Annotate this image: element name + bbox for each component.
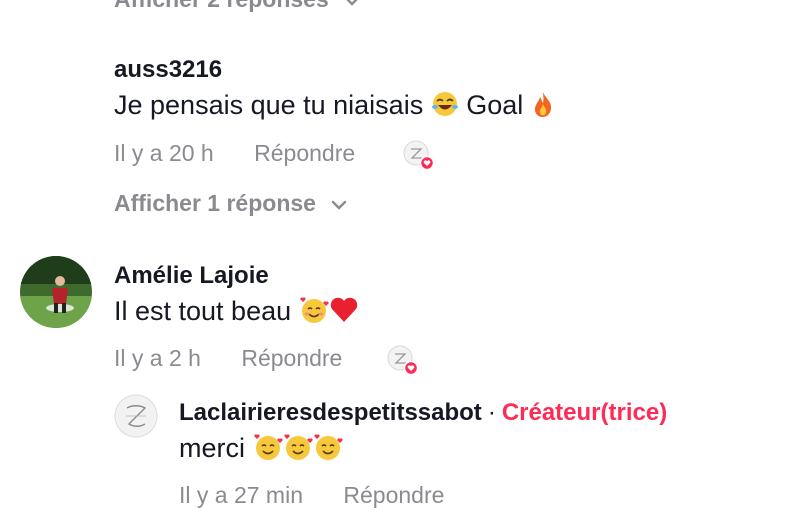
comment-meta: Il y a 2 h Répondre bbox=[114, 345, 342, 372]
show-replies-label: Afficher 1 réponse bbox=[114, 190, 316, 216]
comment-text-main: Il est tout beau bbox=[114, 296, 292, 326]
comment-text: Il est tout beau bbox=[114, 296, 359, 327]
comment-author[interactable]: auss3216 bbox=[114, 56, 222, 84]
creator-avatar[interactable] bbox=[114, 394, 158, 438]
reply-button[interactable]: Répondre bbox=[343, 482, 444, 508]
comment-text-suffix: Goal bbox=[466, 90, 524, 120]
reply-text: merci bbox=[179, 433, 343, 464]
comment-text-main: Je pensais que tu niaisais bbox=[114, 90, 424, 120]
avatar-photo bbox=[20, 256, 92, 328]
show-replies-toggle-top[interactable]: Afficher 2 réponses bbox=[114, 0, 361, 13]
reply-meta: Il y a 27 min Répondre bbox=[179, 482, 444, 509]
smiling-hearts-emoji bbox=[253, 434, 283, 460]
reply-button[interactable]: Répondre bbox=[241, 345, 342, 371]
show-replies-toggle[interactable]: Afficher 1 réponse bbox=[114, 190, 348, 217]
separator-dot: · bbox=[487, 399, 496, 426]
smiling-hearts-emoji bbox=[300, 297, 329, 323]
smiling-hearts-emoji bbox=[313, 434, 343, 460]
reply-time: Il y a 27 min bbox=[179, 482, 303, 508]
comment-time: Il y a 20 h bbox=[114, 140, 214, 166]
laughing-emoji bbox=[431, 92, 458, 116]
comment-text: Je pensais que tu niaisais Goal bbox=[114, 90, 555, 121]
reply-header: Laclairieresdespetitssabot · Créateur(tric… bbox=[179, 399, 667, 427]
chevron-down-icon bbox=[332, 200, 347, 210]
creator-liked-icon bbox=[403, 140, 433, 170]
comment-author[interactable]: Amélie Lajoie bbox=[114, 262, 269, 290]
chevron-down-icon bbox=[346, 0, 358, 6]
comment-time: Il y a 2 h bbox=[114, 345, 201, 371]
avatar[interactable] bbox=[20, 256, 92, 328]
red-heart-emoji bbox=[330, 297, 357, 322]
show-replies-label: Afficher 2 réponses bbox=[114, 0, 329, 12]
creator-logo bbox=[114, 394, 158, 438]
comment-meta: Il y a 20 h Répondre bbox=[114, 140, 355, 167]
smiling-hearts-emoji bbox=[283, 434, 313, 460]
creator-liked-icon bbox=[387, 345, 417, 375]
reply-button[interactable]: Répondre bbox=[254, 140, 355, 166]
creator-badge: Créateur(trice) bbox=[501, 399, 668, 426]
fire-emoji bbox=[534, 92, 551, 117]
reply-text-main: merci bbox=[179, 433, 245, 463]
reply-author[interactable]: Laclairieresdespetitssabot bbox=[179, 399, 482, 426]
